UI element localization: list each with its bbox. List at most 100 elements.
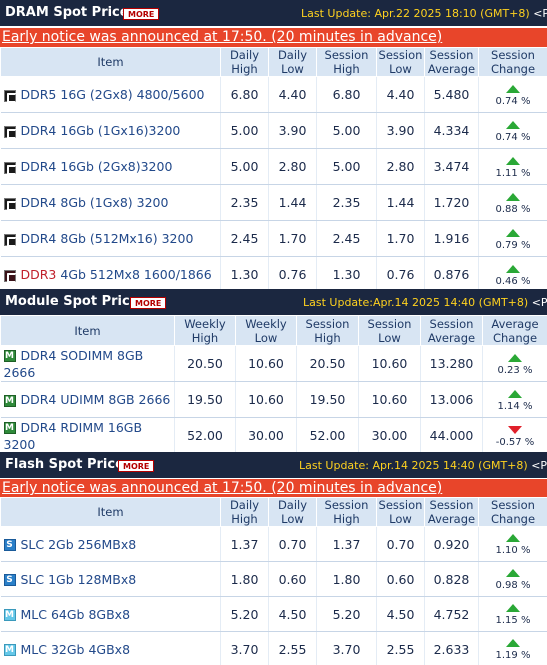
session-average-cell: 0.876 — [424, 256, 479, 293]
item-name[interactable]: DDR4 RDIMM 16GB 3200 — [4, 420, 143, 452]
weekly-high-cell: 20.50 — [174, 345, 236, 382]
average-change-cell: 1.14 % — [482, 381, 547, 418]
module-more-button[interactable]: MORE — [130, 297, 167, 309]
daily-high-cell: 1.37 — [220, 526, 269, 562]
col-header-session-low[interactable]: Session Low — [376, 497, 425, 527]
col-header-session-average[interactable]: Session Average — [424, 47, 479, 77]
col-header-item[interactable]: Item — [0, 315, 175, 346]
daily-high-cell: 6.80 — [220, 76, 269, 113]
col-header-daily-high[interactable]: Daily High — [220, 497, 269, 527]
flash-header-row: Item Daily High Daily Low Session High S… — [0, 497, 547, 527]
col-header-daily-low[interactable]: Daily Low — [268, 497, 317, 527]
table-row: DDR4 16Gb (1Gx16)3200 5.00 3.90 5.00 3.9… — [0, 112, 547, 149]
item-name[interactable]: DDR4 16Gb (1Gx16)3200 — [21, 123, 181, 138]
session-average-cell: 0.828 — [424, 561, 479, 597]
col-header-daily-high[interactable]: Daily High — [220, 47, 269, 77]
item-name[interactable]: DDR4 16Gb (2Gx8)3200 — [21, 159, 173, 174]
module-header-row: Item Weekly High Weekly Low Session High… — [0, 315, 547, 346]
dram-more-button[interactable]: MORE — [123, 8, 160, 20]
col-header-average-change[interactable]: Average Change — [482, 315, 547, 346]
item-cell[interactable]: S SLC 2Gb 256MBx8 — [0, 526, 221, 562]
session-high-cell: 5.00 — [316, 112, 377, 149]
daily-low-cell: 4.40 — [268, 76, 317, 113]
daily-high-cell: 5.20 — [220, 596, 269, 632]
item-cell[interactable]: S SLC 1Gb 128MBx8 — [0, 561, 221, 597]
session-high-cell: 5.00 — [316, 148, 377, 185]
dram-price-link[interactable]: <Price — [533, 7, 547, 20]
session-change-cell: 0.46 % — [478, 256, 547, 293]
item-name[interactable]: SLC 2Gb 256MBx8 — [21, 537, 137, 552]
change-value: 0.23 % — [497, 364, 533, 376]
col-header-session-change[interactable]: Session Change — [478, 497, 547, 527]
slc-icon: S — [3, 539, 16, 551]
col-header-session-average[interactable]: Session Average — [424, 497, 479, 527]
item-cell[interactable]: DDR4 8Gb (1Gx8) 3200 — [0, 184, 221, 221]
item-cell[interactable]: M MLC 64Gb 8GBx8 — [0, 596, 221, 632]
col-header-session-low[interactable]: Session Low — [376, 47, 425, 77]
col-header-session-low[interactable]: Session Low — [358, 315, 421, 346]
change-value: 0.98 % — [495, 580, 531, 591]
flash-more-button[interactable]: MORE — [118, 460, 155, 472]
dram-early-notice[interactable]: Early notice was announced at 17:50. (20… — [0, 28, 547, 47]
flash-price-table: Item Daily High Daily Low Session High S… — [0, 497, 547, 665]
item-name[interactable]: DDR5 16G (2Gx8) 4800/5600 — [21, 87, 205, 102]
col-header-daily-low[interactable]: Daily Low — [268, 47, 317, 77]
flash-early-notice[interactable]: Early notice was announced at 17:50. (20… — [0, 479, 547, 498]
col-header-item[interactable]: Item — [0, 497, 221, 527]
item-name[interactable]: DDR4 SODIMM 8GB 2666 — [4, 348, 144, 380]
item-name-prefix[interactable]: DDR3 — [21, 267, 57, 282]
col-header-session-average[interactable]: Session Average — [420, 315, 483, 346]
change-value: 1.10 % — [495, 545, 531, 556]
daily-low-cell: 2.55 — [268, 631, 317, 665]
item-cell[interactable]: DDR5 16G (2Gx8) 4800/5600 — [0, 76, 221, 113]
weekly-low-cell: 10.60 — [235, 381, 297, 418]
item-name[interactable]: 4Gb 512Mx8 1600/1866 — [56, 267, 211, 282]
col-header-session-high[interactable]: Session High — [296, 315, 359, 346]
session-high-cell: 2.35 — [316, 184, 377, 221]
col-header-weekly-low[interactable]: Weekly Low — [235, 315, 297, 346]
session-low-cell: 2.55 — [376, 631, 425, 665]
col-header-item[interactable]: Item — [0, 47, 221, 77]
item-name[interactable]: MLC 64Gb 8GBx8 — [21, 607, 131, 622]
item-cell[interactable]: M DDR4 RDIMM 16GB 3200 — [0, 417, 175, 454]
module-price-link[interactable]: <Price — [532, 296, 547, 309]
table-row: DDR5 16G (2Gx8) 4800/5600 6.80 4.40 6.80… — [0, 76, 547, 113]
dram-price-table: Item Daily High Daily Low Session High S… — [0, 47, 547, 293]
daily-high-cell: 3.70 — [220, 631, 269, 665]
item-name[interactable]: DDR4 8Gb (512Mx16) 3200 — [21, 231, 194, 246]
session-change-cell: 0.98 % — [478, 561, 547, 597]
flash-price-link[interactable]: <Price — [531, 459, 547, 472]
item-cell[interactable]: DDR4 16Gb (1Gx16)3200 — [0, 112, 221, 149]
item-cell[interactable]: DDR4 16Gb (2Gx8)3200 — [0, 148, 221, 185]
module-title: Module Spot Price — [5, 294, 139, 309]
session-high-cell: 6.80 — [316, 76, 377, 113]
item-name[interactable]: DDR4 8Gb (1Gx8) 3200 — [21, 195, 169, 210]
change-value: 0.88 % — [495, 203, 531, 215]
col-header-session-high[interactable]: Session High — [316, 47, 377, 77]
change-value: 1.19 % — [495, 650, 531, 661]
item-name[interactable]: DDR4 UDIMM 8GB 2666 — [21, 392, 171, 407]
table-row: M DDR4 UDIMM 8GB 2666 19.50 10.60 19.50 1… — [0, 381, 547, 418]
col-header-session-change[interactable]: Session Change — [478, 47, 547, 77]
session-average-cell: 4.334 — [424, 112, 479, 149]
daily-high-cell: 1.80 — [220, 561, 269, 597]
change-value: 0.46 % — [495, 275, 531, 287]
session-average-cell: 0.920 — [424, 526, 479, 562]
session-high-cell: 2.45 — [316, 220, 377, 257]
daily-low-cell: 2.80 — [268, 148, 317, 185]
session-average-cell: 4.752 — [424, 596, 479, 632]
item-name[interactable]: SLC 1Gb 128MBx8 — [21, 572, 137, 587]
col-header-session-high[interactable]: Session High — [316, 497, 377, 527]
session-high-cell: 1.30 — [316, 256, 377, 293]
item-cell[interactable]: DDR3 4Gb 512Mx8 1600/1866 — [0, 256, 221, 293]
col-header-weekly-high[interactable]: Weekly High — [174, 315, 236, 346]
item-cell[interactable]: M DDR4 SODIMM 8GB 2666 — [0, 345, 175, 382]
item-cell[interactable]: M DDR4 UDIMM 8GB 2666 — [0, 381, 175, 418]
session-low-cell: 3.90 — [376, 112, 425, 149]
session-change-cell: 0.88 % — [478, 184, 547, 221]
item-cell[interactable]: M MLC 32Gb 4GBx8 — [0, 631, 221, 665]
table-row: DDR4 8Gb (512Mx16) 3200 2.45 1.70 2.45 1… — [0, 220, 547, 257]
item-cell[interactable]: DDR4 8Gb (512Mx16) 3200 — [0, 220, 221, 257]
item-name[interactable]: MLC 32Gb 4GBx8 — [21, 642, 131, 657]
session-high-cell: 1.80 — [316, 561, 377, 597]
